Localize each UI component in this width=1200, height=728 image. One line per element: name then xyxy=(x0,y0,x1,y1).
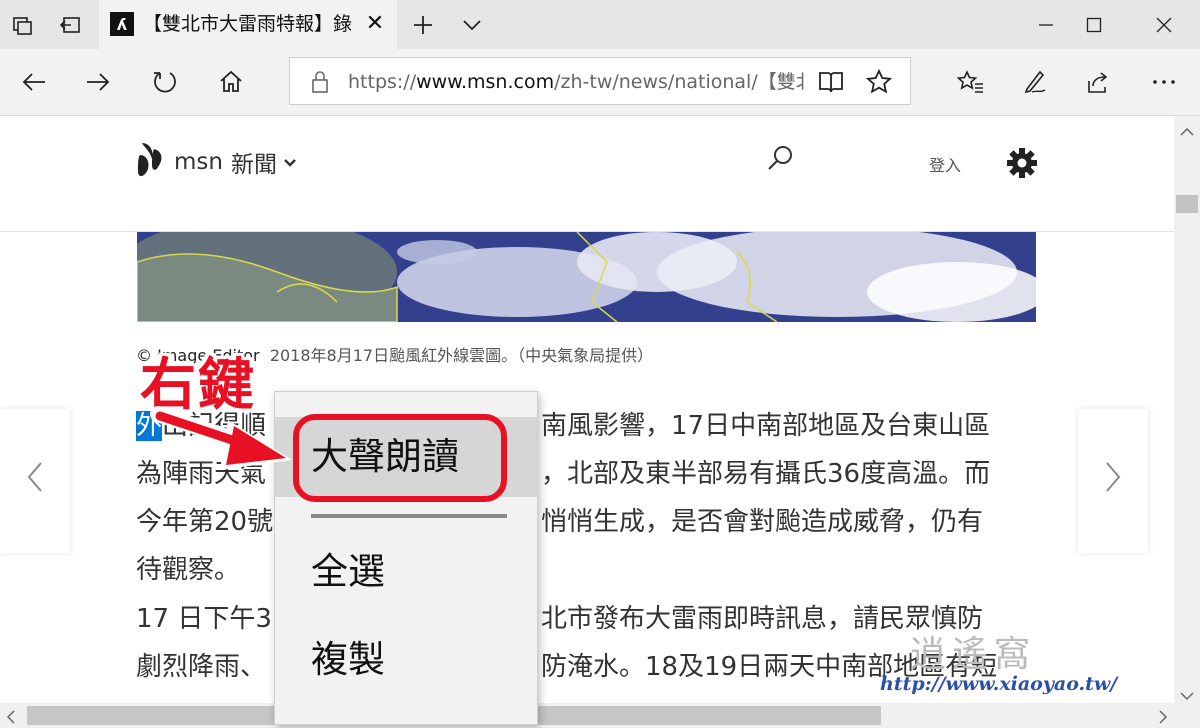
scrollbar-corner xyxy=(1174,703,1200,728)
menu-item-copy[interactable]: 複製 xyxy=(275,620,537,700)
tab-preview-chevron-icon[interactable] xyxy=(455,8,489,42)
msn-brand[interactable]: msn 新聞 xyxy=(136,142,297,182)
chevron-left-icon xyxy=(25,460,45,503)
gear-icon[interactable] xyxy=(1005,146,1039,184)
previous-slide-button[interactable] xyxy=(0,409,70,553)
pen-notes-icon[interactable] xyxy=(1012,61,1056,103)
msn-brand-name: msn xyxy=(174,149,223,175)
article-paragraph-line: 悄悄生成，是否會對颱造成威脅，仍有 xyxy=(541,507,984,537)
url-prefix: https:// xyxy=(348,71,417,93)
msn-header: msn 新聞 登入 xyxy=(0,116,1174,232)
maximize-icon[interactable] xyxy=(1071,6,1117,44)
next-slide-button[interactable] xyxy=(1078,409,1148,553)
share-icon[interactable] xyxy=(1077,61,1121,103)
scroll-right-icon[interactable] xyxy=(1158,709,1168,728)
tab-title: 【雙北市大雷雨特報】錄 xyxy=(143,13,353,35)
annotation-highlight-box xyxy=(293,414,507,502)
caption-text: 2018年8月17日颱風紅外線雲圖。（中央氣象局提供） xyxy=(269,346,654,365)
login-link[interactable]: 登入 xyxy=(929,152,961,176)
site-watermark: 逍遙窩 http://www.xiaoyao.tw/ xyxy=(880,625,1150,703)
minimize-icon[interactable] xyxy=(1023,6,1069,44)
close-window-icon[interactable] xyxy=(1141,6,1187,44)
tab-set-aside-icon[interactable] xyxy=(6,8,40,42)
close-tab-icon[interactable]: ✕ xyxy=(361,10,389,38)
msn-butterfly-icon xyxy=(136,141,166,183)
new-tab-icon[interactable] xyxy=(406,8,440,42)
msn-butterfly-icon: ʎ xyxy=(110,12,134,36)
tab-strip: ʎ 【雙北市大雷雨特報】錄 ✕ xyxy=(0,0,1200,49)
url-path: /zh-tw/news/national/【雙北 xyxy=(554,71,806,93)
annotation-arrow-icon xyxy=(150,400,300,484)
favorite-star-icon[interactable] xyxy=(865,68,893,99)
watermark-url: http://www.xiaoyao.tw/ xyxy=(880,673,1118,695)
more-options-icon[interactable] xyxy=(1142,61,1186,103)
refresh-icon[interactable] xyxy=(143,61,187,103)
lock-icon xyxy=(310,70,330,98)
tabs-aside-restore-icon[interactable] xyxy=(54,8,88,42)
watermark-chars: 逍遙窩 xyxy=(910,634,1037,675)
url-host: www.msn.com xyxy=(416,71,555,93)
chevron-right-icon xyxy=(1103,460,1123,503)
search-icon[interactable] xyxy=(766,144,796,178)
back-icon[interactable] xyxy=(12,61,56,103)
navigation-bar: https://www.msn.com/zh-tw/news/national/… xyxy=(0,49,1200,116)
menu-separator xyxy=(311,514,507,518)
address-bar[interactable]: https://www.msn.com/zh-tw/news/national/… xyxy=(289,57,911,105)
reading-view-icon[interactable] xyxy=(818,69,844,99)
active-tab[interactable]: ʎ 【雙北市大雷雨特報】錄 ✕ xyxy=(99,0,397,49)
article-paragraph-line: 南風影響，17日中南部地區及台東山區 xyxy=(541,411,991,441)
scroll-up-icon[interactable] xyxy=(1180,122,1194,141)
scroll-left-icon[interactable] xyxy=(6,709,16,728)
forward-icon[interactable] xyxy=(76,61,120,103)
menu-item-select-all[interactable]: 全選 xyxy=(275,532,537,612)
msn-section-title: 新聞 xyxy=(230,152,277,178)
favorites-hub-icon[interactable] xyxy=(948,61,992,103)
home-icon[interactable] xyxy=(209,61,253,103)
article-paragraph-line: ，北部及東半部易有攝氏36度高溫。而 xyxy=(541,459,991,489)
vertical-scroll-thumb[interactable] xyxy=(1176,195,1198,213)
url-text[interactable]: https://www.msn.com/zh-tw/news/national/… xyxy=(348,67,806,97)
article-paragraph-line: 待觀察。 xyxy=(136,555,241,585)
satellite-cloud-image xyxy=(137,232,1036,322)
chevron-down-icon[interactable] xyxy=(283,153,297,172)
